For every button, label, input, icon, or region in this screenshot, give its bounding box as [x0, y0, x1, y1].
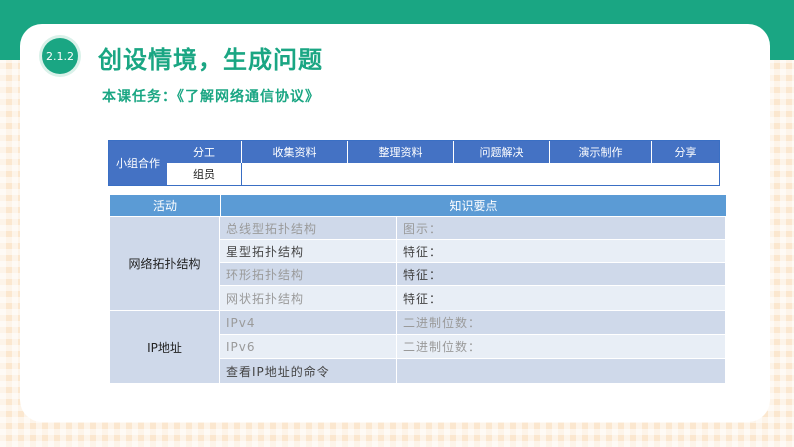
- answer-cell[interactable]: 二进制位数：: [397, 310, 726, 334]
- knowledge-table: 活动 知识要点 网络拓扑结构 总线型拓扑结构 图示： 星型拓扑结构 特征： 环形…: [110, 195, 726, 383]
- member-input-cell[interactable]: [242, 163, 719, 185]
- header-cell-demo: 演示制作: [550, 141, 652, 163]
- header-key-points: 知识要点: [449, 199, 498, 213]
- page-title: 创设情境，生成问题: [98, 46, 323, 74]
- group-work-header-row: 分工 收集资料 整理资料 问题解决 演示制作 分享: [167, 141, 719, 163]
- group-work-table: 小组合作 分工 收集资料 整理资料 问题解决 演示制作 分享 组员: [108, 140, 720, 186]
- activity-network-topology: 网络拓扑结构: [110, 216, 220, 310]
- topic-cell: 查看IP地址的命令: [220, 358, 397, 383]
- header-cell-solve: 问题解决: [454, 141, 550, 163]
- header-cell-collect: 收集资料: [242, 141, 348, 163]
- header-cell-share: 分享: [674, 146, 697, 159]
- task-subtitle: 本课任务：《了解网络通信协议》: [102, 89, 320, 105]
- topic-cell: 总线型拓扑结构: [220, 216, 397, 239]
- group-work-label: 小组合作: [109, 141, 168, 185]
- header-activity: 活动: [110, 195, 221, 216]
- topic-cell: IPv4: [220, 310, 397, 334]
- group-work-member-row: 组员: [167, 163, 719, 185]
- knowledge-table-header: 活动 知识要点: [110, 195, 726, 216]
- section-badge: 2.1.2: [42, 38, 78, 74]
- topic-cell: 星型拓扑结构: [220, 239, 397, 262]
- topic-cell: 网状拓扑结构: [220, 285, 397, 310]
- answer-cell[interactable]: 二进制位数：: [397, 334, 726, 358]
- member-label-cell: 组员: [167, 163, 242, 185]
- answer-cell[interactable]: 特征：: [397, 285, 726, 310]
- topic-cell: 环形拓扑结构: [220, 262, 397, 285]
- answer-cell[interactable]: [397, 358, 726, 383]
- topic-cell: IPv6: [220, 334, 397, 358]
- answer-cell[interactable]: 特征：: [397, 262, 726, 285]
- answer-cell[interactable]: 特征：: [397, 239, 726, 262]
- header-cell-division: 分工: [167, 141, 242, 163]
- activity-ip-address: IP地址: [110, 310, 220, 383]
- answer-cell[interactable]: 图示：: [397, 216, 726, 239]
- header-cell-organize: 整理资料: [348, 141, 454, 163]
